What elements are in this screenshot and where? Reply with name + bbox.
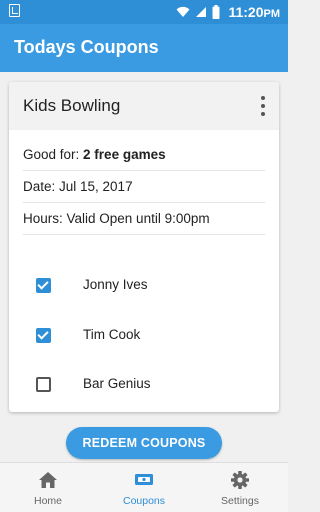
jonny-ives-checkbox[interactable] (36, 278, 51, 293)
battery-icon (212, 5, 220, 19)
coupon-card: Kids Bowling Good for: 2 free games Date… (9, 82, 279, 412)
cell-signal-icon (196, 7, 207, 17)
coupon-title: Kids Bowling (23, 96, 121, 115)
gear-icon (231, 471, 249, 489)
person-row-jonny-ives[interactable]: Jonny Ives (9, 266, 279, 306)
nav-item-coupons[interactable]: Coupons (96, 463, 192, 512)
coupon-icon (135, 474, 153, 485)
person-name: Jonny Ives (83, 277, 148, 292)
person-name: Bar Genius (83, 376, 151, 391)
hours-row: Hours: Valid Open until 9:00pm (23, 203, 265, 235)
bar-genius-checkbox[interactable] (36, 377, 51, 392)
good-for-label: Good for: (23, 147, 80, 162)
redeem-coupons-button[interactable]: REDEEM COUPONS (66, 427, 222, 459)
status-bar: 11:20PM (0, 0, 288, 24)
nav-label-home: Home (33, 495, 62, 507)
app-bar: Todays Coupons (0, 24, 288, 72)
status-icons: 11:20PM (176, 0, 280, 24)
good-for-value: 2 free games (83, 147, 166, 162)
date-row: Date: Jul 15, 2017 (23, 171, 265, 203)
nav-label-settings: Settings (221, 495, 259, 507)
wifi-icon (176, 6, 190, 17)
nav-item-settings[interactable]: Settings (192, 463, 288, 512)
app-notification-icon (9, 4, 20, 17)
page-title: Todays Coupons (14, 37, 159, 57)
nav-item-home[interactable]: Home (0, 463, 96, 512)
person-name: Tim Cook (83, 327, 141, 342)
good-for-row: Good for: 2 free games (23, 139, 265, 171)
home-icon (39, 472, 57, 488)
person-row-bar-genius[interactable]: Bar Genius (9, 365, 279, 405)
coupon-card-header: Kids Bowling (9, 82, 279, 130)
tim-cook-checkbox[interactable] (36, 328, 51, 343)
bottom-nav: Home Coupons Settings (0, 462, 288, 512)
more-options-icon[interactable] (259, 96, 267, 116)
status-time: 11:20PM (228, 4, 280, 20)
person-row-tim-cook[interactable]: Tim Cook (9, 316, 279, 356)
nav-label-coupons: Coupons (122, 495, 166, 507)
